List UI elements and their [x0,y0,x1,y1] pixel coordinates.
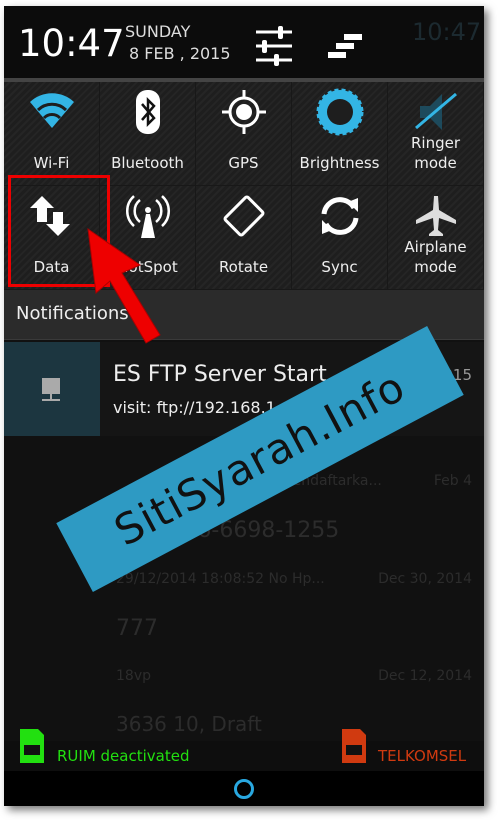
tile-bluetooth[interactable]: Bluetooth [100,82,196,186]
sim2-card-icon [342,729,366,763]
settings-sliders-icon[interactable] [254,26,294,66]
tile-airplane-mode[interactable]: Airplane mode [388,186,484,290]
gps-icon [222,90,266,134]
airplane-icon [416,196,456,236]
status-header: 10:47 SUNDAY 8 FEB , 2015 10:47 [4,6,484,78]
wifi-icon [30,93,74,128]
sim1-status: RUIM deactivated [57,747,190,765]
background-message-time: Dec 12, 2014 [378,668,472,684]
tile-brightness[interactable]: Brightness [292,82,388,186]
tile-ringer-mode[interactable]: Ringer mode [388,82,484,186]
day: SUNDAY [125,22,191,41]
tile-rotate[interactable]: Rotate [196,186,292,290]
sync-icon [321,197,359,235]
clock: 10:47 [18,22,125,65]
clear-notifications-icon[interactable] [326,26,366,66]
background-message: 18vp [116,668,151,684]
rotate-icon [223,195,265,237]
sim1-card-icon [20,729,44,763]
tile-sync[interactable]: Sync [292,186,388,290]
tile-gps[interactable]: GPS [196,82,292,186]
ringer-muted-icon [415,92,457,130]
status-bar-clock: 10:47 [412,18,482,46]
tile-wifi[interactable]: Wi-Fi [4,82,100,186]
date: 8 FEB , 2015 [129,44,231,63]
home-button[interactable] [234,779,254,799]
background-message: 777 [116,616,158,641]
background-message-time: Dec 30, 2014 [378,571,472,587]
background-message: 29/12/2014 18:08:52 No Hp... [116,571,325,587]
bluetooth-icon [136,90,160,134]
background-message-time: Feb 4 [433,473,472,489]
brightness-icon [316,88,364,136]
navigation-bar [4,771,484,806]
ftp-server-icon [4,342,100,436]
red-arrow-icon [87,227,161,344]
sim2-status: TELKOMSEL [378,747,467,765]
background-message: 3636 10, Draft [116,712,262,736]
